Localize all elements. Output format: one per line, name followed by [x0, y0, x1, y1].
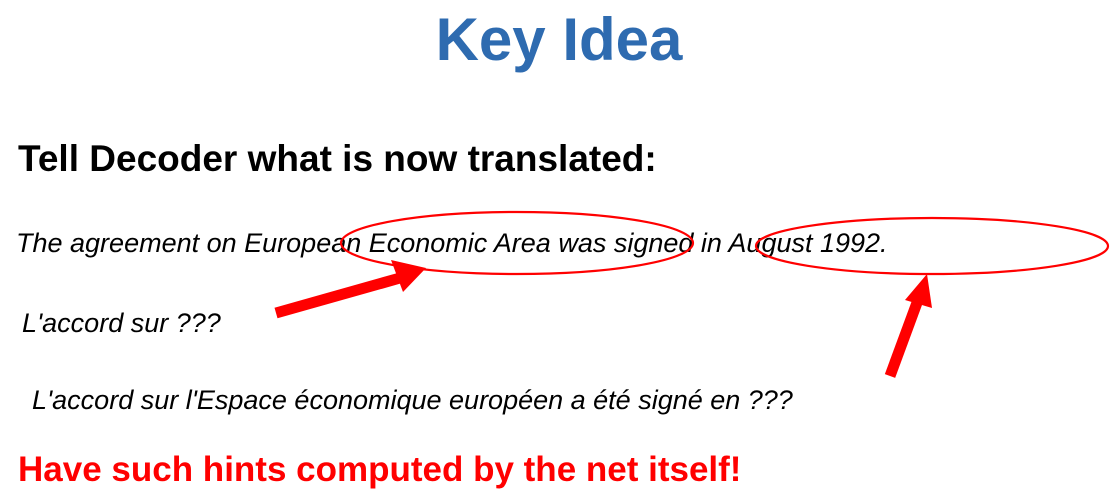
arrow-1 [274, 260, 426, 319]
conclusion-text: Have such hints computed by the net itse… [18, 450, 742, 489]
source-sentence: The agreement on European Economic Area … [16, 228, 888, 258]
slide: Key Idea Tell Decoder what is now transl… [0, 0, 1118, 498]
slide-title: Key Idea [435, 6, 683, 73]
arrow-2 [884, 274, 932, 378]
slide-heading: Tell Decoder what is now translated: [18, 138, 657, 179]
partial-translation-1: L'accord sur ??? [22, 308, 221, 338]
partial-translation-2: L'accord sur l'Espace économique europée… [32, 385, 793, 415]
